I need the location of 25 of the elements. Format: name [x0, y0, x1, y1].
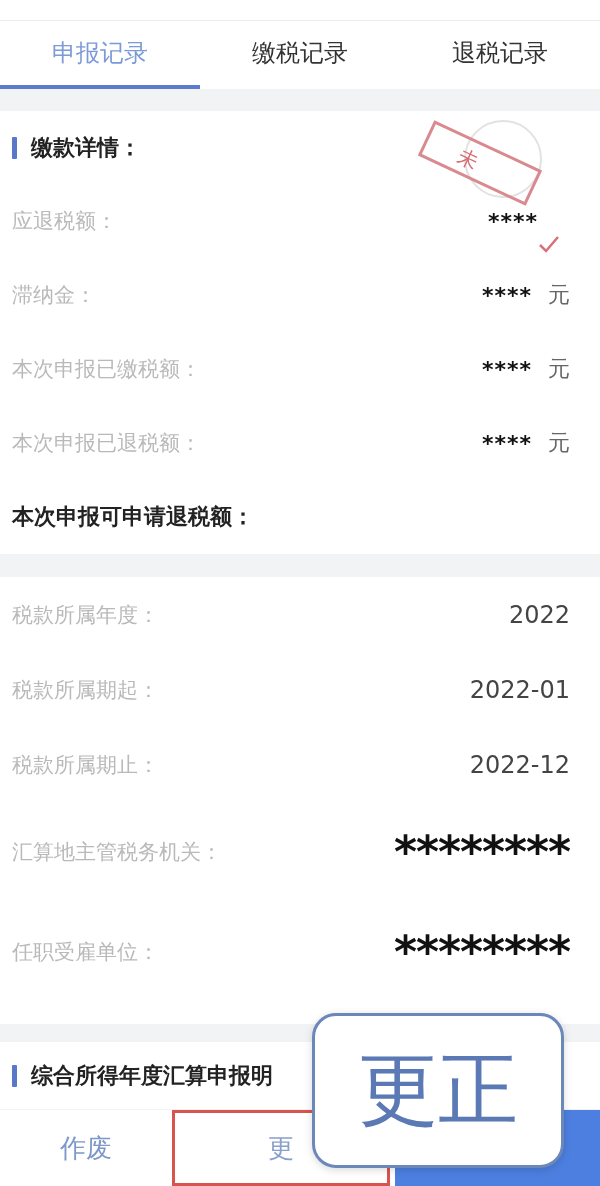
field-value: **** — [481, 282, 532, 308]
field-value: ******** — [393, 830, 570, 874]
field-label: 税款所属期止： — [12, 751, 159, 779]
field-label: 本次申报已退税额： — [12, 430, 201, 457]
section-title: 综合所得年度汇算申报明 — [31, 1061, 273, 1090]
field-label: 任职受雇单位： — [12, 939, 159, 966]
field-value: **** — [487, 208, 538, 234]
field-value: **** — [481, 430, 532, 456]
field-value: **** — [481, 356, 532, 382]
refund-total-label: 本次申报可申请退税额： — [12, 503, 254, 531]
field-value: ******** — [393, 930, 570, 974]
field-label: 滞纳金： — [12, 282, 96, 309]
field-label: 税款所属年度： — [12, 601, 159, 629]
field-value: 2022 — [508, 600, 570, 629]
field-label: 汇算地主管税务机关： — [12, 839, 222, 866]
currency-unit: 元 — [548, 355, 570, 383]
section-title: 缴款详情： — [31, 133, 141, 162]
magnifier-tooltip: 更正 — [312, 1013, 564, 1168]
field-label: 本次申报已缴税额： — [12, 356, 201, 383]
currency-unit: 元 — [548, 429, 570, 457]
field-value: 2022-12 — [469, 750, 570, 779]
currency-unit: 元 — [548, 281, 570, 309]
field-value: 2022-01 — [469, 675, 570, 704]
field-label: 税款所属期起： — [12, 676, 159, 704]
field-label: 应退税额： — [12, 208, 117, 235]
